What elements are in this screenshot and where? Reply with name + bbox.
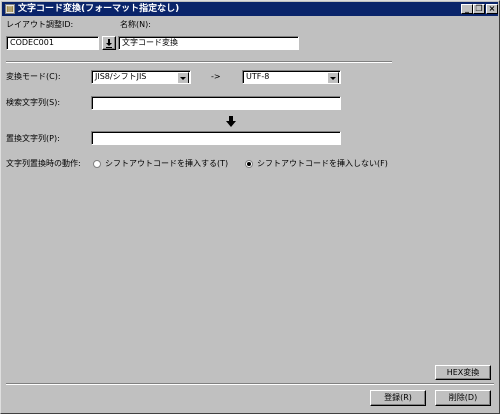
app-icon: ▤	[5, 4, 15, 14]
conversion-from-select[interactable]: JIS8/シフトJIS	[91, 70, 191, 84]
restore-button[interactable]: ❐	[473, 4, 485, 14]
chevron-down-icon[interactable]	[327, 72, 339, 83]
hex-convert-button[interactable]: HEX変換	[435, 365, 491, 380]
chevron-down-icon[interactable]	[177, 72, 189, 83]
delete-button[interactable]: 削除(D)	[435, 390, 491, 406]
minimize-button[interactable]: _	[461, 4, 473, 14]
bottom-separator	[6, 383, 494, 385]
radio-insert-label[interactable]: シフトアウトコードを挿入する(T)	[105, 159, 228, 169]
register-button[interactable]: 登録(R)	[370, 390, 426, 406]
search-string-label: 検索文字列(S):	[6, 98, 61, 107]
radio-no-insert[interactable]	[245, 160, 253, 168]
layout-id-input[interactable]: CODEC001	[6, 36, 99, 50]
replace-string-label: 置換文字列(P):	[6, 134, 60, 143]
main-window: ▤ 文字コード変換(フォーマット指定なし) _ ❐ × レイアウト調整ID: C…	[0, 0, 500, 414]
down-arrow-icon	[226, 116, 236, 127]
replace-string-input[interactable]	[91, 131, 341, 145]
close-button[interactable]: ×	[486, 4, 498, 14]
layout-lookup-button[interactable]	[102, 36, 116, 50]
down-arrow-icon	[106, 39, 112, 48]
name-label: 名称(N):	[120, 20, 151, 29]
conversion-mode-label: 変換モード(C):	[6, 72, 61, 81]
conversion-to-value: UTF-8	[246, 72, 270, 81]
conversion-arrow-text: ->	[211, 72, 221, 81]
search-string-input[interactable]	[91, 96, 341, 110]
window-title: 文字コード変換(フォーマット指定なし)	[18, 4, 180, 14]
replace-action-label: 文字列置換時の動作:	[6, 159, 81, 168]
radio-insert[interactable]	[93, 160, 101, 168]
conversion-to-select[interactable]: UTF-8	[242, 70, 341, 84]
layout-id-label: レイアウト調整ID:	[6, 20, 74, 29]
conversion-from-value: JIS8/シフトJIS	[95, 72, 147, 81]
name-input[interactable]: 文字コード変換	[118, 36, 299, 50]
separator	[6, 61, 392, 63]
radio-no-insert-label[interactable]: シフトアウトコードを挿入しない(F)	[257, 159, 388, 169]
title-bar[interactable]: ▤ 文字コード変換(フォーマット指定なし) _ ❐ ×	[2, 2, 498, 16]
